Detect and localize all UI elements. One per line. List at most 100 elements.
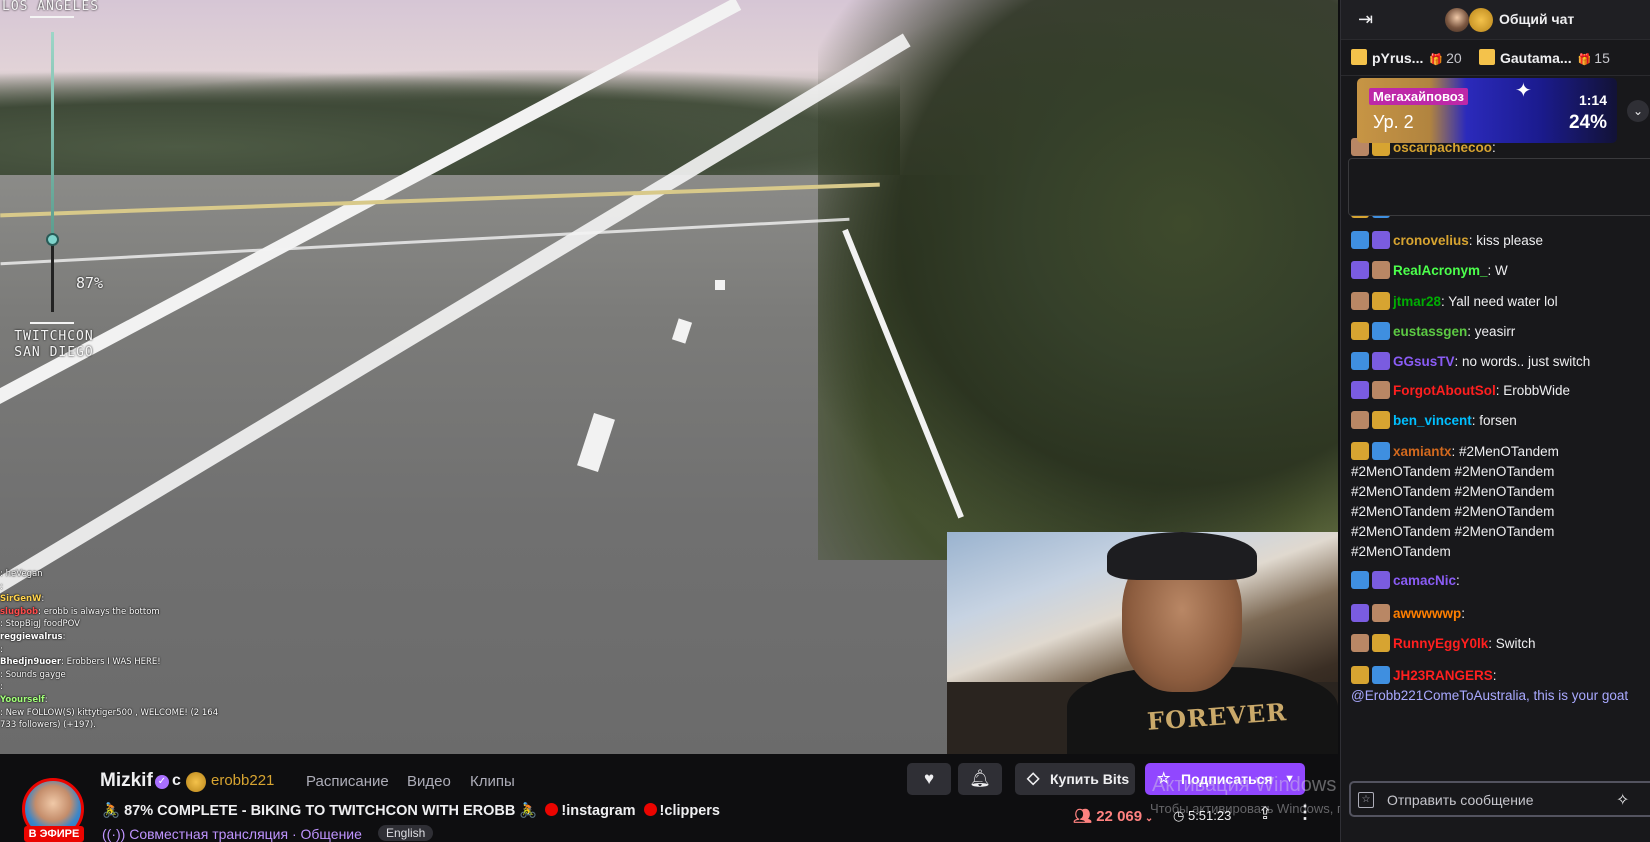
tab-videos[interactable]: Видео: [407, 773, 451, 790]
chat-message[interactable]: camacNic:: [1351, 571, 1650, 591]
overlay-chat-username: slugbob: [0, 606, 39, 617]
chat-username[interactable]: jtmar28: [1393, 294, 1441, 309]
chat-username[interactable]: ForgotAboutSol: [1393, 383, 1496, 398]
user-badge-icon: [1351, 666, 1369, 684]
chat-text: : ErobbWide: [1495, 383, 1571, 398]
webcam-overlay: FOREVER: [947, 532, 1338, 754]
overlay-chat-text: : New FOLLOW(S) kittytiger500 , WELCOME!…: [0, 707, 219, 718]
co-streamer-avatar[interactable]: [186, 772, 206, 792]
overlay-chat-text: : heVegan: [0, 569, 43, 579]
video-player[interactable]: LOS ANGELES 87% TWITCHCON SAN DIEGO : he…: [0, 0, 1338, 754]
sub-badge-icon: [1372, 442, 1390, 460]
overlay-chat-text: :: [0, 644, 3, 655]
hype-train-level: Ур. 2: [1373, 112, 1414, 132]
chat-text: : #2MenOTandem #2MenOTandem #2MenOTandem…: [1351, 444, 1559, 559]
overlay-chat-username: SirGenW: [0, 594, 42, 605]
chat-username[interactable]: ben_vincent: [1393, 413, 1472, 428]
co-streamer-name[interactable]: erobb221: [211, 772, 274, 789]
channel-name[interactable]: Mizkif: [100, 770, 153, 792]
sub-badge-icon: [1372, 634, 1390, 652]
chat-message[interactable]: xamiantx: #2MenOTandem #2MenOTandem #2Me…: [1351, 442, 1650, 562]
overlay-chat-line: Bhedjn9uoer: Erobbers I WAS HERE!: [0, 656, 330, 669]
overlay-chat-line: 733 followers) (+197).: [0, 719, 330, 732]
follow-heart-button[interactable]: ♥: [907, 763, 951, 795]
chat-message[interactable]: cronovelius: kiss please: [1351, 231, 1650, 251]
bits-cheer-icon[interactable]: ✧: [1616, 790, 1629, 810]
language-tag[interactable]: English: [378, 825, 434, 841]
sub-badge-icon: [1372, 571, 1390, 589]
stream-page: LOS ANGELES 87% TWITCHCON SAN DIEGO : he…: [0, 0, 1650, 842]
gauge-bottom-tick: [30, 322, 74, 324]
chat-popover-empty: [1348, 158, 1650, 216]
title-command-instagram: !instagram: [561, 803, 636, 819]
gifter-item[interactable]: Gautama... 15: [1479, 49, 1610, 66]
chat-username[interactable]: JH23RANGERS: [1393, 668, 1493, 683]
overlay-chat-line: :: [0, 681, 330, 694]
gift-icon: [1351, 49, 1367, 65]
sub-badge-icon: [1372, 261, 1390, 279]
chat-message[interactable]: GGsusTV: no words.. just switch: [1351, 352, 1650, 372]
chat-message[interactable]: jtmar28: Yall need water lol: [1351, 292, 1650, 312]
gauge-end-label-line2: SAN DIEGO: [14, 345, 94, 360]
gifter-count: 20: [1429, 50, 1461, 66]
chat-text: : yeasirr: [1467, 324, 1516, 339]
sparkle-icon: ✦: [1515, 80, 1532, 102]
overlay-chat-username: reggiewalrus: [0, 631, 63, 642]
chat-message[interactable]: awwwwwp:: [1351, 604, 1650, 624]
user-badge-icon: [1351, 571, 1369, 589]
collapse-chat-icon[interactable]: ⇥: [1358, 9, 1373, 30]
user-badge-icon: [1351, 292, 1369, 310]
chat-message[interactable]: @Erobb221ComeToAustralia, this is your g…: [1351, 686, 1650, 706]
tab-clips[interactable]: Клипы: [470, 773, 515, 790]
tab-schedule[interactable]: Расписание: [306, 773, 389, 790]
gifter-item[interactable]: pYrus... 20: [1351, 49, 1462, 66]
verified-icon: ✓: [155, 775, 169, 789]
category-line[interactable]: ((·)) Совместная трансляция · Общение: [102, 826, 362, 842]
chat-message[interactable]: ForgotAboutSol: ErobbWide: [1351, 381, 1650, 401]
chat-identity-icon[interactable]: ☆: [1358, 792, 1374, 808]
category-text[interactable]: Совместная трансляция · Общение: [129, 826, 362, 842]
overlay-chat-text: :: [62, 631, 66, 642]
broadcast-icon: ((·)): [102, 826, 130, 842]
chat-username[interactable]: eustassgen: [1393, 324, 1467, 339]
chat-bottom-bar: [1341, 822, 1650, 842]
chat-username[interactable]: RealAcronym_: [1393, 263, 1488, 278]
viewer-count: 👥︎ 22 069 ⌄: [1073, 808, 1154, 825]
hype-train-label: Мегахайповоз: [1369, 88, 1468, 105]
chat-message[interactable]: JH23RANGERS:: [1351, 666, 1650, 686]
chat-text: :: [1456, 573, 1460, 588]
chat-text: : W: [1487, 263, 1508, 278]
sub-badge-icon: [1372, 322, 1390, 340]
overlay-chat-line: : Sounds gayge: [0, 669, 330, 682]
overlay-chat-line: SirGenW:: [0, 593, 330, 606]
chat-message[interactable]: RunnyEggY0lk: Switch: [1351, 634, 1650, 654]
chat-message[interactable]: RealAcronym_: W: [1351, 261, 1650, 281]
chat-username[interactable]: awwwwwp: [1393, 606, 1461, 621]
stream-title-line: 🚴 87% COMPLETE - BIKING TO TWITCHCON WIT…: [102, 802, 720, 819]
chat-username[interactable]: RunnyEggY0lk: [1393, 636, 1488, 651]
chat-header: ⇥ Общий чат: [1341, 0, 1650, 40]
chat-input[interactable]: [1387, 789, 1607, 811]
buy-bits-button[interactable]: ◇ Купить Bits: [1015, 763, 1135, 795]
bits-icon: ◇: [1027, 770, 1040, 787]
notifications-button[interactable]: 🔔︎: [958, 763, 1002, 795]
chat-username[interactable]: xamiantx: [1393, 444, 1452, 459]
sub-badge-icon: [1372, 666, 1390, 684]
overlay-chat-text: : StopBigJ foodPOV: [0, 619, 80, 630]
expand-hype-train-button[interactable]: ⌄: [1627, 100, 1649, 122]
chat-header-avatar-co: [1469, 8, 1493, 32]
chat-username[interactable]: cronovelius: [1393, 233, 1469, 248]
chat-message[interactable]: ben_vincent: forsen: [1351, 411, 1650, 431]
overlay-chat-text: : erobb is always the bottom: [38, 606, 160, 617]
hype-train-banner[interactable]: ✦ Мегахайповоз Ур. 2 1:14 24%: [1357, 78, 1617, 143]
chat-message[interactable]: eustassgen: yeasirr: [1351, 322, 1650, 342]
viewers-icon: 👥︎: [1073, 808, 1097, 825]
chat-username[interactable]: camacNic: [1393, 573, 1456, 588]
stream-title: 🚴 87% COMPLETE - BIKING TO TWITCHCON WIT…: [102, 803, 538, 819]
overlay-chat-username: Yoourself: [0, 694, 45, 705]
chat-input-box[interactable]: ☆ ✧: [1349, 781, 1650, 817]
gauge-end-label: TWITCHCON SAN DIEGO: [10, 329, 98, 361]
red-circle-icon: [545, 803, 559, 816]
chat-username[interactable]: GGsusTV: [1393, 354, 1455, 369]
gauge-knob: [46, 233, 59, 246]
